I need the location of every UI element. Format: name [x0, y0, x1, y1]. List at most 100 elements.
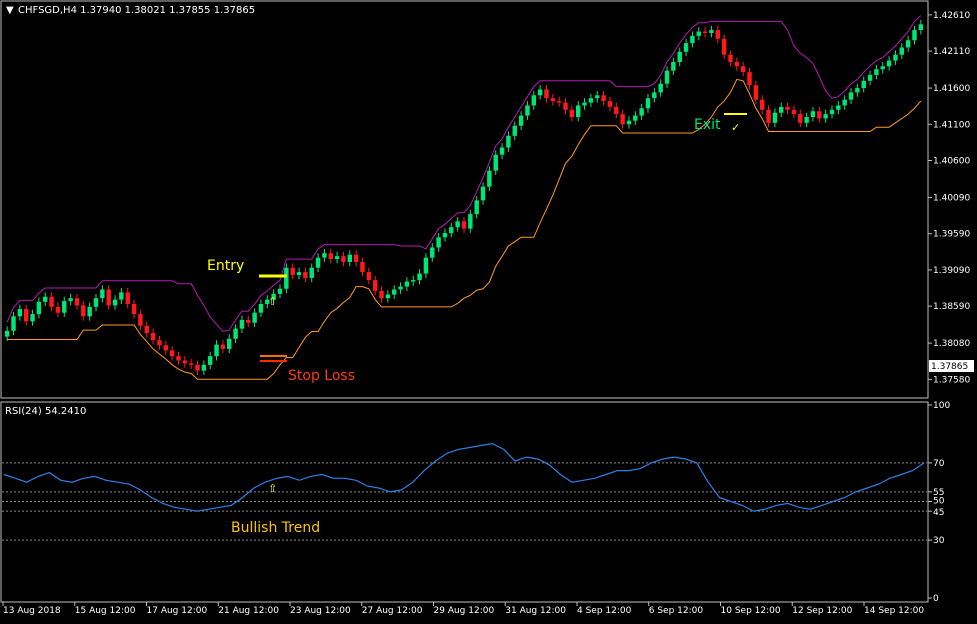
- candle-body: [49, 296, 54, 307]
- candle-body: [157, 340, 162, 346]
- candle-body: [169, 350, 175, 357]
- candle-body: [582, 102, 587, 106]
- candle-body: [347, 254, 353, 262]
- main-chart-frame: [0, 0, 929, 399]
- candle-body: [233, 328, 238, 339]
- price-tick-label: 1.40600: [933, 157, 970, 167]
- price-axis[interactable]: 1.42610 1.42110 1.41600 1.41100 1.40600 1.400…: [928, 11, 970, 385]
- candle-body: [188, 363, 194, 365]
- candle-body: [341, 256, 346, 262]
- candle-body: [81, 305, 86, 317]
- candle-body: [258, 303, 264, 313]
- candle-body: [163, 345, 169, 351]
- rsi-tick-label: 45: [933, 508, 944, 518]
- time-tick-label: 29 Aug 12:00: [434, 606, 495, 616]
- time-tick-label: 27 Aug 12:00: [362, 606, 423, 616]
- price-tick-label: 1.38080: [933, 339, 970, 349]
- candle-body: [759, 99, 765, 110]
- candle-body: [309, 267, 314, 278]
- price-tick-label: 1.39590: [933, 230, 970, 240]
- symbol-info: CHFSGD,H4 1.37940 1.38021 1.37855 1.3786…: [18, 5, 255, 16]
- candle-body: [182, 360, 188, 364]
- rsi-title: RSI(24) 54.2410: [5, 406, 86, 417]
- candle-body: [588, 98, 594, 103]
- time-tick-label: 31 Aug 12:00: [505, 606, 566, 616]
- candle-body: [563, 102, 568, 110]
- time-tick-label: 13 Aug 2018: [3, 606, 61, 616]
- candle-body: [537, 89, 543, 96]
- candle-body: [442, 232, 448, 238]
- candle-body: [43, 296, 48, 302]
- candle-body: [246, 319, 251, 323]
- candle-body: [747, 72, 752, 86]
- candle-body: [220, 344, 226, 349]
- candle-body: [176, 356, 181, 361]
- candle-body: [207, 356, 213, 365]
- candle-body: [239, 319, 245, 329]
- time-tick-label: 15 Aug 12:00: [75, 606, 136, 616]
- rsi-tick-label: 50: [933, 497, 945, 507]
- candle-body: [683, 43, 689, 52]
- time-axis[interactable]: 13 Aug 2018 15 Aug 12:00 17 Aug 12:00 21 Au…: [2, 602, 924, 616]
- candle-body: [87, 306, 92, 317]
- candle-body: [62, 301, 67, 313]
- candle-body: [493, 154, 498, 171]
- candle-body: [633, 115, 638, 121]
- candle-body: [372, 280, 378, 291]
- time-tick-label: 17 Aug 12:00: [147, 606, 208, 616]
- rsi-axis[interactable]: 10070555045300: [928, 401, 950, 604]
- candle-body: [30, 314, 35, 322]
- candle-body: [411, 280, 416, 282]
- candle-body: [106, 289, 111, 306]
- candle-body: [150, 332, 156, 341]
- candle-body: [677, 51, 682, 62]
- candle-body: [360, 261, 365, 273]
- candle-body: [506, 135, 511, 148]
- candle-body: [544, 89, 549, 99]
- candle-body: [626, 120, 632, 125]
- candle-body: [391, 289, 397, 295]
- time-tick-label: 4 Sep 12:00: [577, 606, 632, 616]
- candle-body: [652, 92, 657, 99]
- candle-body: [525, 105, 530, 116]
- current-price-tag: 1.37865: [929, 360, 974, 372]
- candle-body: [334, 256, 340, 260]
- candle-body: [658, 83, 663, 93]
- candle-body: [68, 298, 73, 302]
- time-tick-label: 14 Sep 12:00: [864, 606, 924, 616]
- candle-body: [417, 273, 422, 281]
- candle-body: [353, 254, 359, 262]
- candle-body: [893, 54, 898, 61]
- candle-body: [195, 364, 200, 371]
- rsi-tick-label: 0: [933, 594, 939, 604]
- candle-body: [404, 281, 410, 287]
- price-tick-label: 1.41100: [933, 120, 970, 130]
- candle-body: [455, 221, 460, 228]
- candle-body: [100, 289, 105, 299]
- candle-body: [709, 30, 714, 33]
- candle-body: [798, 114, 803, 123]
- candle-body: [696, 31, 701, 36]
- candle-body: [880, 66, 885, 70]
- candle-body: [125, 292, 130, 304]
- candle-body: [848, 92, 854, 100]
- candle-body: [518, 115, 524, 126]
- candle-body: [131, 303, 137, 315]
- chart-canvas[interactable]: ▼ CHFSGD,H4 1.37940 1.38021 1.37855 1.37…: [0, 0, 977, 620]
- candle-body: [322, 253, 327, 258]
- exit-label: Exit: [694, 117, 721, 133]
- candle-body: [753, 85, 759, 100]
- candle-body: [474, 200, 479, 215]
- candle-body: [74, 298, 80, 306]
- candle-body: [804, 117, 809, 123]
- candle-body: [423, 257, 429, 274]
- candle-body: [702, 31, 708, 33]
- entry-up-arrow-icon: ⇧: [268, 295, 277, 308]
- trading-chart[interactable]: ▼ CHFSGD,H4 1.37940 1.38021 1.37855 1.37…: [0, 0, 977, 620]
- candle-body: [201, 364, 207, 371]
- rsi-line: [3, 442, 925, 512]
- candle-body: [817, 111, 822, 119]
- candle-body: [664, 70, 670, 84]
- chart-dropdown-icon[interactable]: ▼: [6, 5, 14, 16]
- candle-body: [227, 338, 232, 349]
